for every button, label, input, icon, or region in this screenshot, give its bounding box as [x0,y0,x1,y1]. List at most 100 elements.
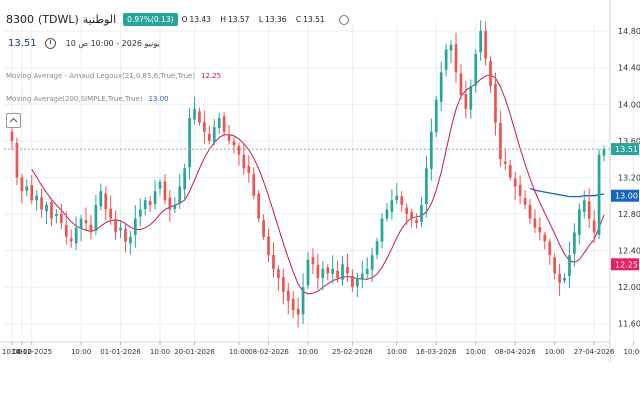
candle-body [286,290,290,301]
candle-body [577,209,581,235]
candle-body [138,209,142,217]
candle-body [558,273,561,283]
x-tick-label: 10:00 [466,348,486,356]
candle-body [365,268,369,275]
candle-body [528,204,532,219]
x-tick-label: 27-04-2026 [574,348,615,356]
candle-body [553,257,557,274]
candle-body [143,200,147,210]
candle-body [508,165,512,178]
chart-canvas[interactable]: 11.6012.0012.4012.8013.2013.6014.0014.40… [0,0,640,400]
candle-body [104,193,108,210]
candle-body [74,227,78,244]
candle-body [410,212,413,219]
candle-body [20,177,24,192]
candle-body [257,193,261,219]
candle-body [489,60,492,86]
candle-body [10,131,14,141]
candle-body [533,218,537,228]
candle-body [449,44,453,51]
candle-body [464,93,468,109]
x-tick-label: 08-04-2026 [495,348,536,356]
candle-body [173,204,177,209]
candle-body [129,236,132,244]
y-axis: 11.6012.0012.4012.8013.2013.6014.0014.40… [611,27,640,329]
indicator-tag: 12.25 [615,260,638,269]
x-tick-label: 10:00 [71,348,91,356]
candle-body [291,298,295,310]
candle-body [15,142,19,178]
candle-body [183,168,187,190]
candle-body [341,264,344,280]
candle-body [351,275,354,288]
candle-body [523,198,527,205]
candle-body [513,178,517,187]
candle-body [602,149,606,156]
y-tick-label: 12.40 [618,247,640,256]
x-tick-label: 10:00 [624,348,640,356]
candle-body [188,118,191,168]
candle-body [355,278,359,287]
grid [0,0,635,362]
candle-body [321,268,325,278]
candle-body [64,224,68,237]
x-tick-label: 10:00 [545,348,565,356]
x-tick-label: 16-03-2026 [416,348,457,356]
candle-body [99,191,103,207]
indicator-tag: 13.00 [615,192,638,201]
candle-body [50,202,53,219]
y-tick-label: 14.40 [618,64,640,73]
candle-body [168,197,172,210]
candle-body [573,232,576,254]
candle-body [459,73,463,96]
candle-body [124,229,127,242]
candle-body [429,131,433,169]
x-axis: 10:00 10:00 14-12-2025 10:00 01-01-2026 10:00… [2,342,640,356]
x-tick-label: 14-12-2025 [11,348,52,356]
candle-body [148,201,152,205]
candle-body [538,227,542,233]
candle-body [277,269,280,278]
candle-body [262,220,265,237]
candle-body [420,204,423,222]
candle-body [163,181,167,201]
candle-body [479,31,483,53]
candle-body [114,218,117,233]
candle-body [193,108,196,120]
candle-body [227,134,231,141]
candle-body [415,219,418,224]
candle-body [454,44,458,73]
candle-body [592,220,596,233]
sma-line [529,187,605,198]
candle-body [375,241,379,255]
y-tick-label: 12.00 [618,283,640,292]
candle-body [543,234,547,242]
candle-body [563,278,566,281]
candle-body [281,277,285,292]
chevron-up-icon [9,117,18,123]
candle-body [400,196,404,205]
x-tick-label: 10:00 [387,348,407,356]
candle-body [503,161,507,164]
candle-body [45,204,48,212]
candle-body [84,220,88,224]
candle-body [395,195,399,200]
candle-body [370,255,374,270]
candle-body [306,259,310,286]
candle-body [425,168,428,205]
candle-body [158,182,162,189]
candle-body [40,197,43,210]
x-tick-label: 25-02-2026 [332,348,373,356]
x-tick-label: 01-01-2026 [100,348,141,356]
candle-body [548,241,552,256]
candle-body [434,99,438,133]
candle-body [597,154,601,235]
candle-body [133,218,137,235]
price-chart[interactable]: 11.60 12.00 12.40 12.80 13.20 13.60 14.00 14.40… [0,0,640,400]
candle-body [119,227,122,231]
candle-body [222,116,226,132]
collapse-legend-button[interactable] [6,113,21,128]
candle-body [360,273,364,280]
candle-body [568,255,571,277]
candle-body [346,266,349,274]
